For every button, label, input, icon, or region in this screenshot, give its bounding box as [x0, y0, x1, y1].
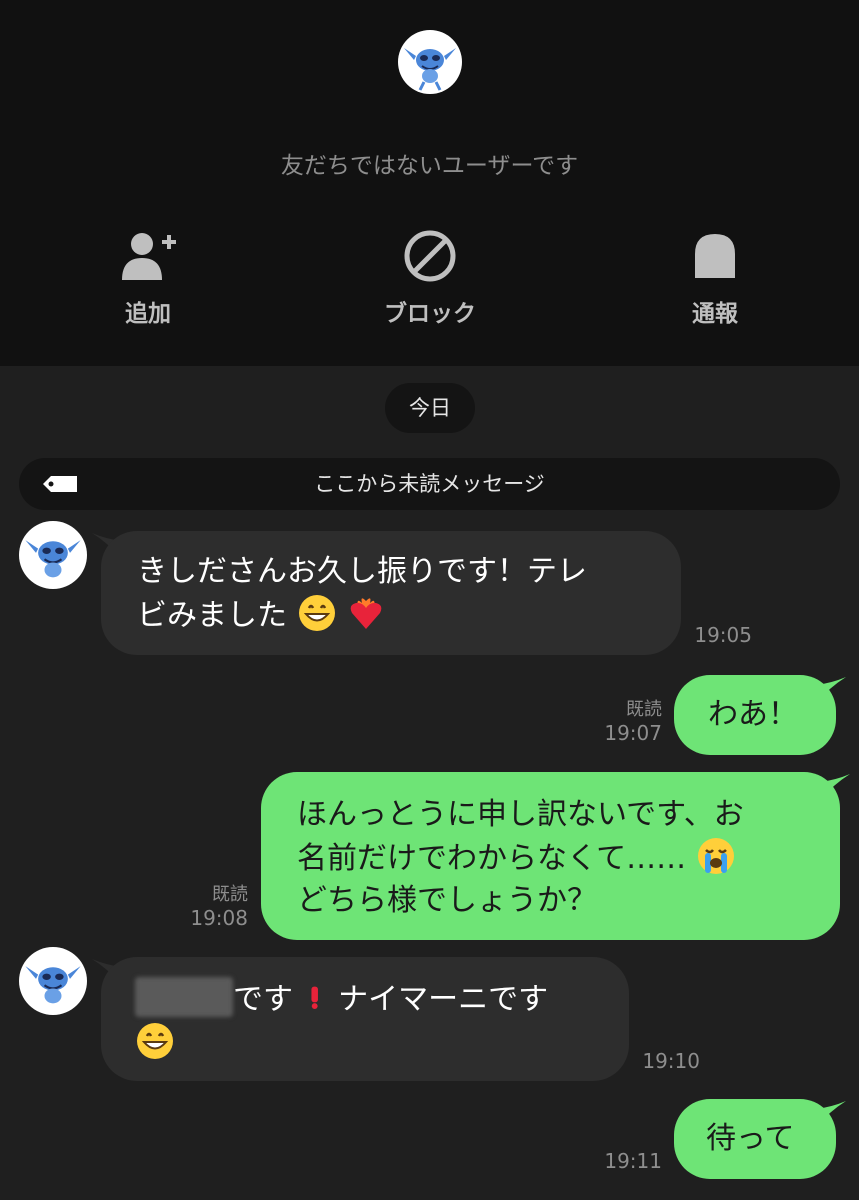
block-label: ブロック: [384, 301, 476, 327]
unread-marker-label: ここから未読メッセージ: [314, 472, 545, 496]
message-time: 19:07: [604, 721, 662, 745]
message-bubble[interactable]: ほんっとうに申し訳ないです、お 名前だけでわからなくて…… どちら様でしょうか？: [261, 772, 840, 940]
message-time: 19:08: [190, 906, 248, 930]
message-bubble[interactable]: わあ！: [674, 675, 836, 755]
read-receipt: 既読: [626, 699, 662, 720]
add-friend-label: 追加: [125, 301, 171, 327]
message-text: 待って: [706, 1121, 795, 1156]
message-text-line: ビみました: [137, 593, 681, 637]
heart-on-fire-icon: [350, 598, 382, 629]
bubble-tail: [816, 677, 846, 703]
message-text: ビみました: [137, 598, 287, 633]
date-separator: 今日: [385, 383, 475, 433]
contact-avatar[interactable]: [398, 30, 462, 94]
message-text-line: です ナイマーニです: [135, 977, 629, 1021]
grinning-face-icon: [137, 1023, 173, 1059]
report-button[interactable]: 通報: [645, 228, 785, 328]
message-time: 19:11: [604, 1149, 662, 1173]
sender-avatar[interactable]: [19, 947, 87, 1015]
message-bubble[interactable]: きしださんお久し振りです！テレ ビみました: [101, 531, 681, 655]
block-button[interactable]: ブロック: [360, 228, 500, 328]
message-text-line: 名前だけでわからなくて……: [297, 836, 840, 880]
bubble-tail: [820, 774, 850, 800]
message-text: きしださんお久し振りです！テレ: [137, 554, 587, 589]
exclamation-mark-icon: [310, 986, 318, 1010]
sender-avatar[interactable]: [19, 521, 87, 589]
message-text: です: [233, 982, 293, 1017]
non-friend-header: 友だちではないユーザーです 追加 ブロック 通報: [0, 0, 859, 366]
message-text: 名前だけでわからなくて……: [297, 841, 687, 876]
add-friend-icon: [122, 233, 176, 280]
stitch-avatar-icon: [25, 966, 81, 1004]
message-text: ナイマーニです: [328, 982, 549, 1017]
chat-screen: 友だちではないユーザーです 追加 ブロック 通報 今日 ここから未読メッセージ …: [0, 0, 859, 1200]
bubble-tail: [816, 1101, 846, 1127]
message-bubble[interactable]: です ナイマーニです: [101, 957, 629, 1081]
stitch-avatar-icon: [25, 540, 81, 578]
add-friend-button[interactable]: 追加: [78, 228, 218, 328]
non-friend-notice: 友だちではないユーザーです: [280, 153, 579, 179]
message-bubble[interactable]: 待って: [674, 1099, 836, 1179]
report-label: 通報: [692, 301, 738, 327]
block-icon: [404, 230, 456, 282]
unread-marker: ここから未読メッセージ: [19, 458, 840, 510]
stitch-avatar-icon: [404, 48, 456, 91]
crying-face-icon: [697, 838, 734, 874]
message-text: わあ！: [708, 697, 798, 732]
message-time: 19:05: [694, 623, 752, 647]
message-text: どちら様でしょうか？: [297, 883, 597, 918]
message-text-line: [135, 1021, 629, 1065]
message-time: 19:10: [642, 1049, 700, 1073]
grinning-face-icon: [298, 595, 335, 631]
message-text: ほんっとうに申し訳ないです、お: [297, 797, 744, 832]
redacted-name: [135, 977, 233, 1017]
report-icon: [695, 234, 735, 278]
read-receipt: 既読: [212, 884, 248, 905]
